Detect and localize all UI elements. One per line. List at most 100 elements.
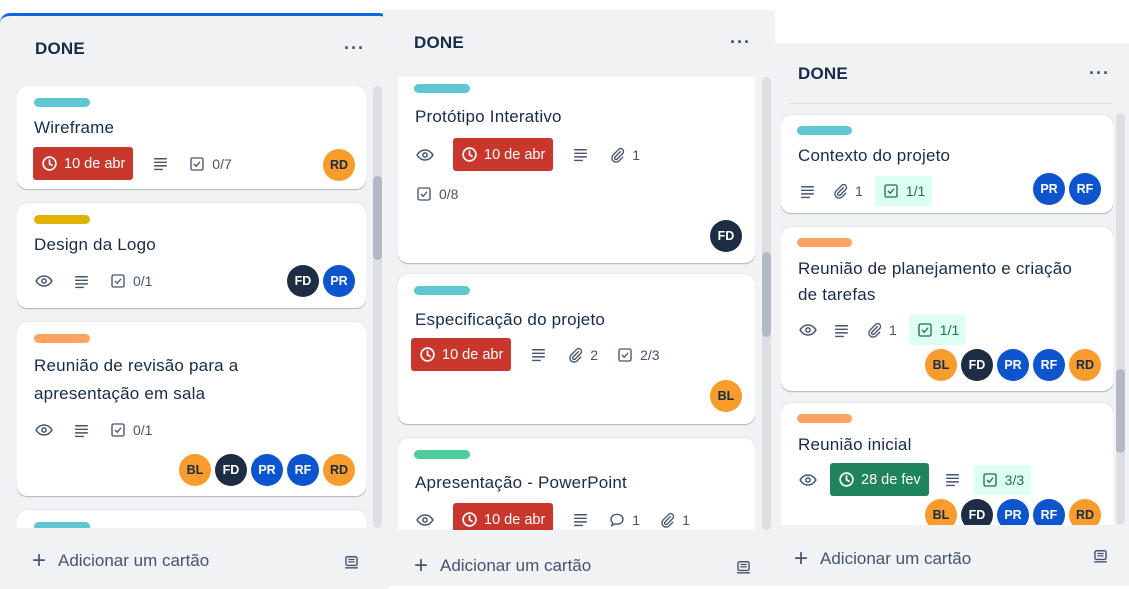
card-reuniao-revisao[interactable]: Reunião de revisão para a apresentação e… [17,322,366,496]
plus-icon: + [414,552,429,579]
watch-icon [34,418,54,442]
card-title: Contexto do projeto [798,146,951,165]
list-column-1: DONE ··· Wireframe 10 de abr 0/7 RD Desi… [0,13,389,589]
card-reuniao-inicial[interactable]: Reunião inicial 28 de fev 3/3 BL FD PR R… [781,403,1113,525]
card-label[interactable] [414,286,470,295]
template-icon[interactable] [1091,546,1110,565]
avatar[interactable]: RF [1033,349,1065,381]
attachment-badge: 1 [865,318,897,342]
avatar[interactable]: RD [323,454,355,486]
card-label[interactable] [797,238,852,247]
column-title[interactable]: DONE [414,33,464,53]
card-reuniao-planejamento[interactable]: Reunião de planejamento e criação de tar… [781,227,1113,391]
description-icon [529,343,548,367]
watch-icon [798,468,818,492]
avatar[interactable]: RD [1069,349,1101,381]
avatar[interactable]: FD [961,499,993,525]
card-label[interactable] [34,215,90,224]
checklist-complete-badge: 1/1 [874,176,933,206]
avatar[interactable]: BL [710,380,742,412]
add-card-button[interactable]: + Adicionar um cartão [794,547,971,571]
add-card-button[interactable]: + Adicionar um cartão [414,552,591,579]
checklist-badge: 0/1 [109,418,152,442]
avatar[interactable]: PR [323,265,355,297]
card-partial[interactable] [17,510,366,528]
description-icon [72,269,91,293]
avatar[interactable]: RF [287,454,319,486]
card-title: Reunião inicial [798,435,912,454]
due-date-complete-badge[interactable]: 28 de fev [830,463,929,496]
avatar[interactable]: RD [323,149,355,181]
comment-badge: 1 [608,508,640,531]
avatar[interactable]: RD [1069,499,1101,525]
more-options-icon[interactable]: ··· [344,38,365,59]
avatar[interactable]: FD [287,265,319,297]
card-members: FD PR [287,265,355,297]
due-date-badge[interactable]: 10 de abr [453,138,554,171]
card-title: Protótipo Interativo [415,107,562,126]
avatar[interactable]: PR [1033,173,1065,205]
watch-icon [415,143,435,167]
scrollbar[interactable] [373,86,382,528]
card-prototipo[interactable]: Protótipo Interativo 10 de abr 1 0/8 FD [398,77,755,263]
watch-icon [34,269,54,293]
avatar[interactable]: FD [961,349,993,381]
checklist-badge: 0/1 [109,269,152,293]
avatar[interactable]: PR [997,349,1029,381]
description-icon [798,179,817,203]
avatar[interactable]: FD [215,454,247,486]
card-list: Wireframe 10 de abr 0/7 RD Design da Log… [17,86,366,528]
template-icon[interactable] [734,557,753,576]
template-icon[interactable] [342,552,361,571]
scrollbar-thumb[interactable] [762,252,771,337]
clock-icon [461,511,478,528]
avatar[interactable]: RF [1069,173,1101,205]
more-options-icon[interactable]: ··· [730,32,751,53]
card-badges: 10 de abr 2 2/3 [411,338,678,371]
watch-icon [415,508,435,531]
card-label[interactable] [414,450,470,459]
scrollbar-thumb[interactable] [1116,369,1125,453]
avatar[interactable]: FD [710,220,742,252]
card-apresentacao[interactable]: Apresentação - PowerPoint 10 de abr 1 1 [398,438,755,530]
description-icon [151,152,170,176]
card-badges: 1 1/1 [798,315,984,345]
column-title[interactable]: DONE [35,39,85,59]
card-members: BL [710,380,742,412]
comment-icon [608,511,626,529]
due-date-badge[interactable]: 10 de abr [33,147,134,180]
more-options-icon[interactable]: ··· [1089,63,1110,84]
due-date-badge[interactable]: 10 de abr [411,338,512,371]
due-date-badge[interactable]: 10 de abr [453,503,554,530]
card-label[interactable] [34,98,90,107]
card-label[interactable] [34,334,90,343]
card-especificacao[interactable]: Especificação do projeto 10 de abr 2 2/3… [398,274,755,424]
avatar[interactable]: PR [997,499,1029,525]
card-badges: 10 de abr 1 [415,138,658,171]
card-badges: 0/1 [34,418,170,442]
description-icon [72,418,91,442]
avatar[interactable]: PR [251,454,283,486]
card-contexto[interactable]: Contexto do projeto 1 1/1 PR RF [781,115,1113,213]
paperclip-icon [658,511,676,529]
avatar[interactable]: BL [925,499,957,525]
avatar[interactable]: RF [1033,499,1065,525]
attachment-badge: 1 [658,508,690,531]
avatar[interactable]: BL [925,349,957,381]
clock-icon [838,471,855,488]
scrollbar-thumb[interactable] [373,176,382,260]
card-design-da-logo[interactable]: Design da Logo 0/1 FD PR [17,203,366,308]
checklist-icon [109,421,127,439]
card-label[interactable] [797,414,852,423]
scrollbar[interactable] [1116,113,1125,525]
card-label[interactable] [414,84,470,93]
column-title[interactable]: DONE [798,64,848,84]
scrollbar[interactable] [762,77,771,530]
card-members: BL FD PR RF RD [179,454,355,486]
card-wireframe[interactable]: Wireframe 10 de abr 0/7 RD [17,86,366,189]
add-card-button[interactable]: + Adicionar um cartão [32,549,209,573]
card-label[interactable] [34,522,90,528]
avatar[interactable]: BL [179,454,211,486]
paperclip-icon [566,346,584,364]
card-label[interactable] [797,126,852,135]
